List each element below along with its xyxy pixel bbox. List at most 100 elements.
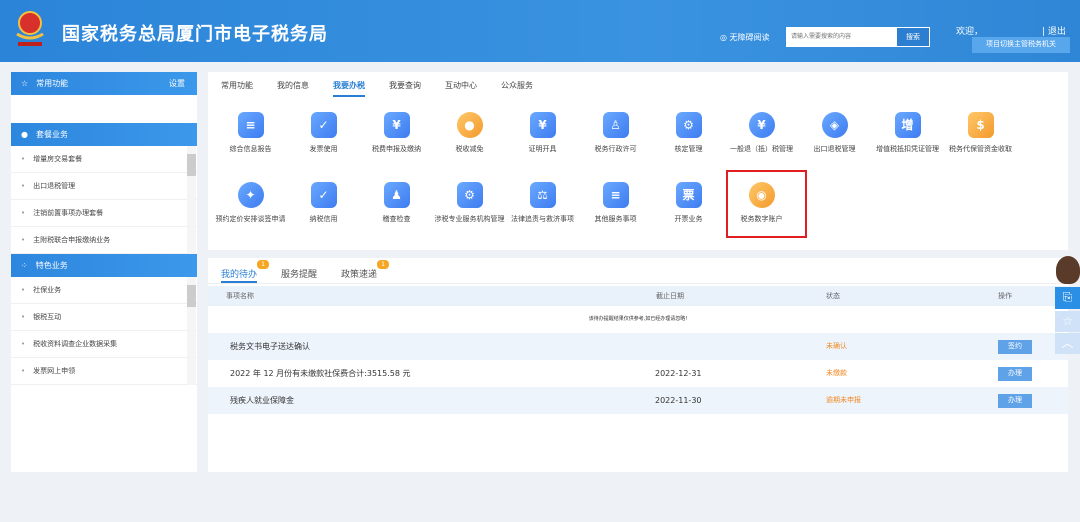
sidebar-item[interactable]: 银税互动 <box>11 304 197 331</box>
scrollbar[interactable] <box>187 277 196 385</box>
service-label: 涉税专业服务机构管理 <box>434 215 505 223</box>
service-item[interactable]: ⚙ 核定管理 <box>652 108 725 172</box>
table-row: 税务文书电子送达确认 未确认 签约 <box>208 333 1068 360</box>
service-item[interactable]: ◈ 出口退税管理 <box>798 108 871 172</box>
notice-row: 该待办提醒结果仅供参考,如已经办理请忽略! <box>208 306 1068 333</box>
service-item[interactable]: ♙ 税务行政许可 <box>579 108 652 172</box>
service-item[interactable]: ● 税收减免 <box>433 108 506 172</box>
action-button[interactable]: 办理 <box>998 367 1032 381</box>
compass-icon: ✦ <box>237 182 264 208</box>
status-text: 未确认 <box>826 342 847 350</box>
sidebar-item[interactable]: 税收资料调查企业数据采集 <box>11 331 197 358</box>
chevron-up-icon[interactable]: ︿ <box>1055 333 1080 354</box>
tab[interactable]: 我要办税 <box>333 80 365 97</box>
sidebar-item[interactable]: 主附税联合申报缴纳业务 <box>11 227 197 254</box>
table-row: 2022 年 12 月份有未缴款社保费合计:3515.58 元 2022-12-3… <box>208 360 1068 387</box>
due-date: 2022-11-30 <box>655 396 702 405</box>
tab[interactable]: 我要查询 <box>389 80 421 97</box>
service-item[interactable]: $ 税务代保管资金收取 <box>944 108 1017 172</box>
grid-icon: ⁘ <box>21 261 28 270</box>
todo-tab-label: 政策速递 <box>341 270 378 280</box>
site-title: 国家税务总局厦门市电子税务局 <box>62 24 328 45</box>
service-item[interactable]: 票开票业务 <box>652 178 725 242</box>
service-item[interactable]: ♟ 稽查检查 <box>360 178 433 242</box>
package-business-header: ● 套餐业务 <box>11 123 197 146</box>
item-name: 2022 年 12 月份有未缴款社保费合计:3515.58 元 <box>230 369 411 378</box>
action-button[interactable]: 办理 <box>998 394 1032 408</box>
sidebar-item[interactable]: 注销前置事项办理套餐 <box>11 200 197 227</box>
common-functions-header: ☆ 常用功能 设置 <box>11 72 197 95</box>
cube-icon: ● <box>21 130 28 139</box>
globe-icon: ◈ <box>821 112 848 138</box>
service-item[interactable]: ✓ 发票使用 <box>287 108 360 172</box>
service-item[interactable]: ¥ 证明开具 <box>506 108 579 172</box>
logout-link[interactable]: | 退出 <box>1042 24 1066 37</box>
sidebar-item[interactable]: 发票网上申领 <box>11 358 197 385</box>
header: 国家税务总局厦门市电子税务局 ◎ 无障碍阅读 搜索 欢迎， | 退出 项目切换主… <box>0 0 1080 62</box>
table-row: 残疾人就业保障金 2022-11-30 逾期未申报 办理 <box>208 387 1068 414</box>
user-gear-icon: ⚙ <box>456 182 483 208</box>
service-label: 其他服务事项 <box>594 215 637 223</box>
todo-tab-label: 服务提醒 <box>281 270 318 280</box>
tab[interactable]: 我的信息 <box>277 80 309 97</box>
service-label: 核定管理 <box>674 145 703 153</box>
service-label: 开票业务 <box>674 215 703 223</box>
sidebar-item[interactable]: 出口退税管理 <box>11 173 197 200</box>
scrollbar[interactable] <box>187 146 196 254</box>
status-text: 未缴款 <box>826 369 847 377</box>
service-label: 税务行政许可 <box>594 145 637 153</box>
search-input[interactable] <box>787 28 897 46</box>
service-item[interactable]: ¥ 一般退（抵）税管理 <box>725 108 798 172</box>
refund-cycle-icon: ¥ <box>748 112 775 138</box>
service-item[interactable]: ≡ 其他服务事项 <box>579 178 652 242</box>
clipboard-icon: ≡ <box>237 112 264 138</box>
todo-tab[interactable]: 服务提醒 <box>281 263 317 283</box>
service-item[interactable]: ¥ 税费申报及缴纳 <box>360 108 433 172</box>
todo-tab[interactable]: 政策速递 1 <box>341 260 390 283</box>
notice-text: 该待办提醒结果仅供参考,如已经办理请忽略! <box>588 316 688 322</box>
tab[interactable]: 常用功能 <box>221 80 253 97</box>
service-label: 纳税信用 <box>309 215 338 223</box>
switch-authority-button[interactable]: 项目切换主管税务机关 <box>972 37 1070 53</box>
todo-tabs: 我的待办 1 服务提醒 政策速递 1 <box>208 258 1068 284</box>
sidebar-item[interactable]: 增量房交易套餐 <box>11 146 197 173</box>
service-label: 增值税抵扣凭证管理 <box>876 145 939 153</box>
status-text: 逾期未申报 <box>826 396 861 404</box>
service-item[interactable]: ⚙ 涉税专业服务机构管理 <box>433 178 506 242</box>
count-badge: 1 <box>377 260 390 269</box>
service-label: 预约定价安排谈签申请 <box>215 215 286 223</box>
tab[interactable]: 公众服务 <box>501 80 533 97</box>
star-icon[interactable]: ☆ <box>1055 311 1080 332</box>
due-date: 2022-12-31 <box>655 369 702 378</box>
special-business-header: ⁘ 特色业务 <box>11 254 197 277</box>
count-badge: 1 <box>257 260 270 269</box>
money-bag-hand-icon: $ <box>967 112 994 138</box>
column-header: 截止日期 <box>656 292 684 300</box>
sidebar: ☆常用功能设置 ●套餐业务 增量房交易套餐 出口退税管理 注销前置事项办理套餐 … <box>11 72 197 472</box>
settings-link[interactable]: 设置 <box>169 72 185 95</box>
service-label: 证明开具 <box>528 145 557 153</box>
welcome-text: 欢迎， <box>956 27 984 37</box>
column-header: 状态 <box>826 292 840 300</box>
service-item[interactable]: ⚖ 法律追责与救济事项 <box>506 178 579 242</box>
sidebar-item[interactable]: 社保业务 <box>11 277 197 304</box>
star-icon: ☆ <box>21 79 29 88</box>
assistant-avatar-icon[interactable] <box>1056 256 1080 284</box>
user-gear-icon: ⚙ <box>675 112 702 138</box>
service-label: 税务代保管资金收取 <box>949 145 1012 153</box>
service-item[interactable]: ✦ 预约定价安排谈签申请 <box>214 178 287 242</box>
document-icon[interactable]: ⎘ <box>1055 287 1080 309</box>
service-item[interactable]: ≡ 综合信息报告 <box>214 108 287 172</box>
service-item[interactable]: ✓ 纳税信用 <box>287 178 360 242</box>
search-button[interactable]: 搜索 <box>897 28 929 46</box>
action-button[interactable]: 签约 <box>998 340 1032 354</box>
service-panel: 常用功能 我的信息 我要办税 我要查询 互动中心 公众服务 ≡ 综合信息报告 ✓ 发票使用 ¥ 税费… <box>208 72 1068 250</box>
service-item[interactable]: 增增值税抵扣凭证管理 <box>871 108 944 172</box>
todo-tab[interactable]: 我的待办 1 <box>221 260 270 283</box>
accessibility-link[interactable]: ◎ 无障碍阅读 <box>720 32 770 43</box>
tab[interactable]: 互动中心 <box>445 80 477 97</box>
search-bar: 搜索 <box>786 27 930 47</box>
todo-tab-label: 我的待办 <box>221 270 258 280</box>
service-label: 一般退（抵）税管理 <box>730 145 793 153</box>
eye-icon: ◎ <box>720 33 730 42</box>
